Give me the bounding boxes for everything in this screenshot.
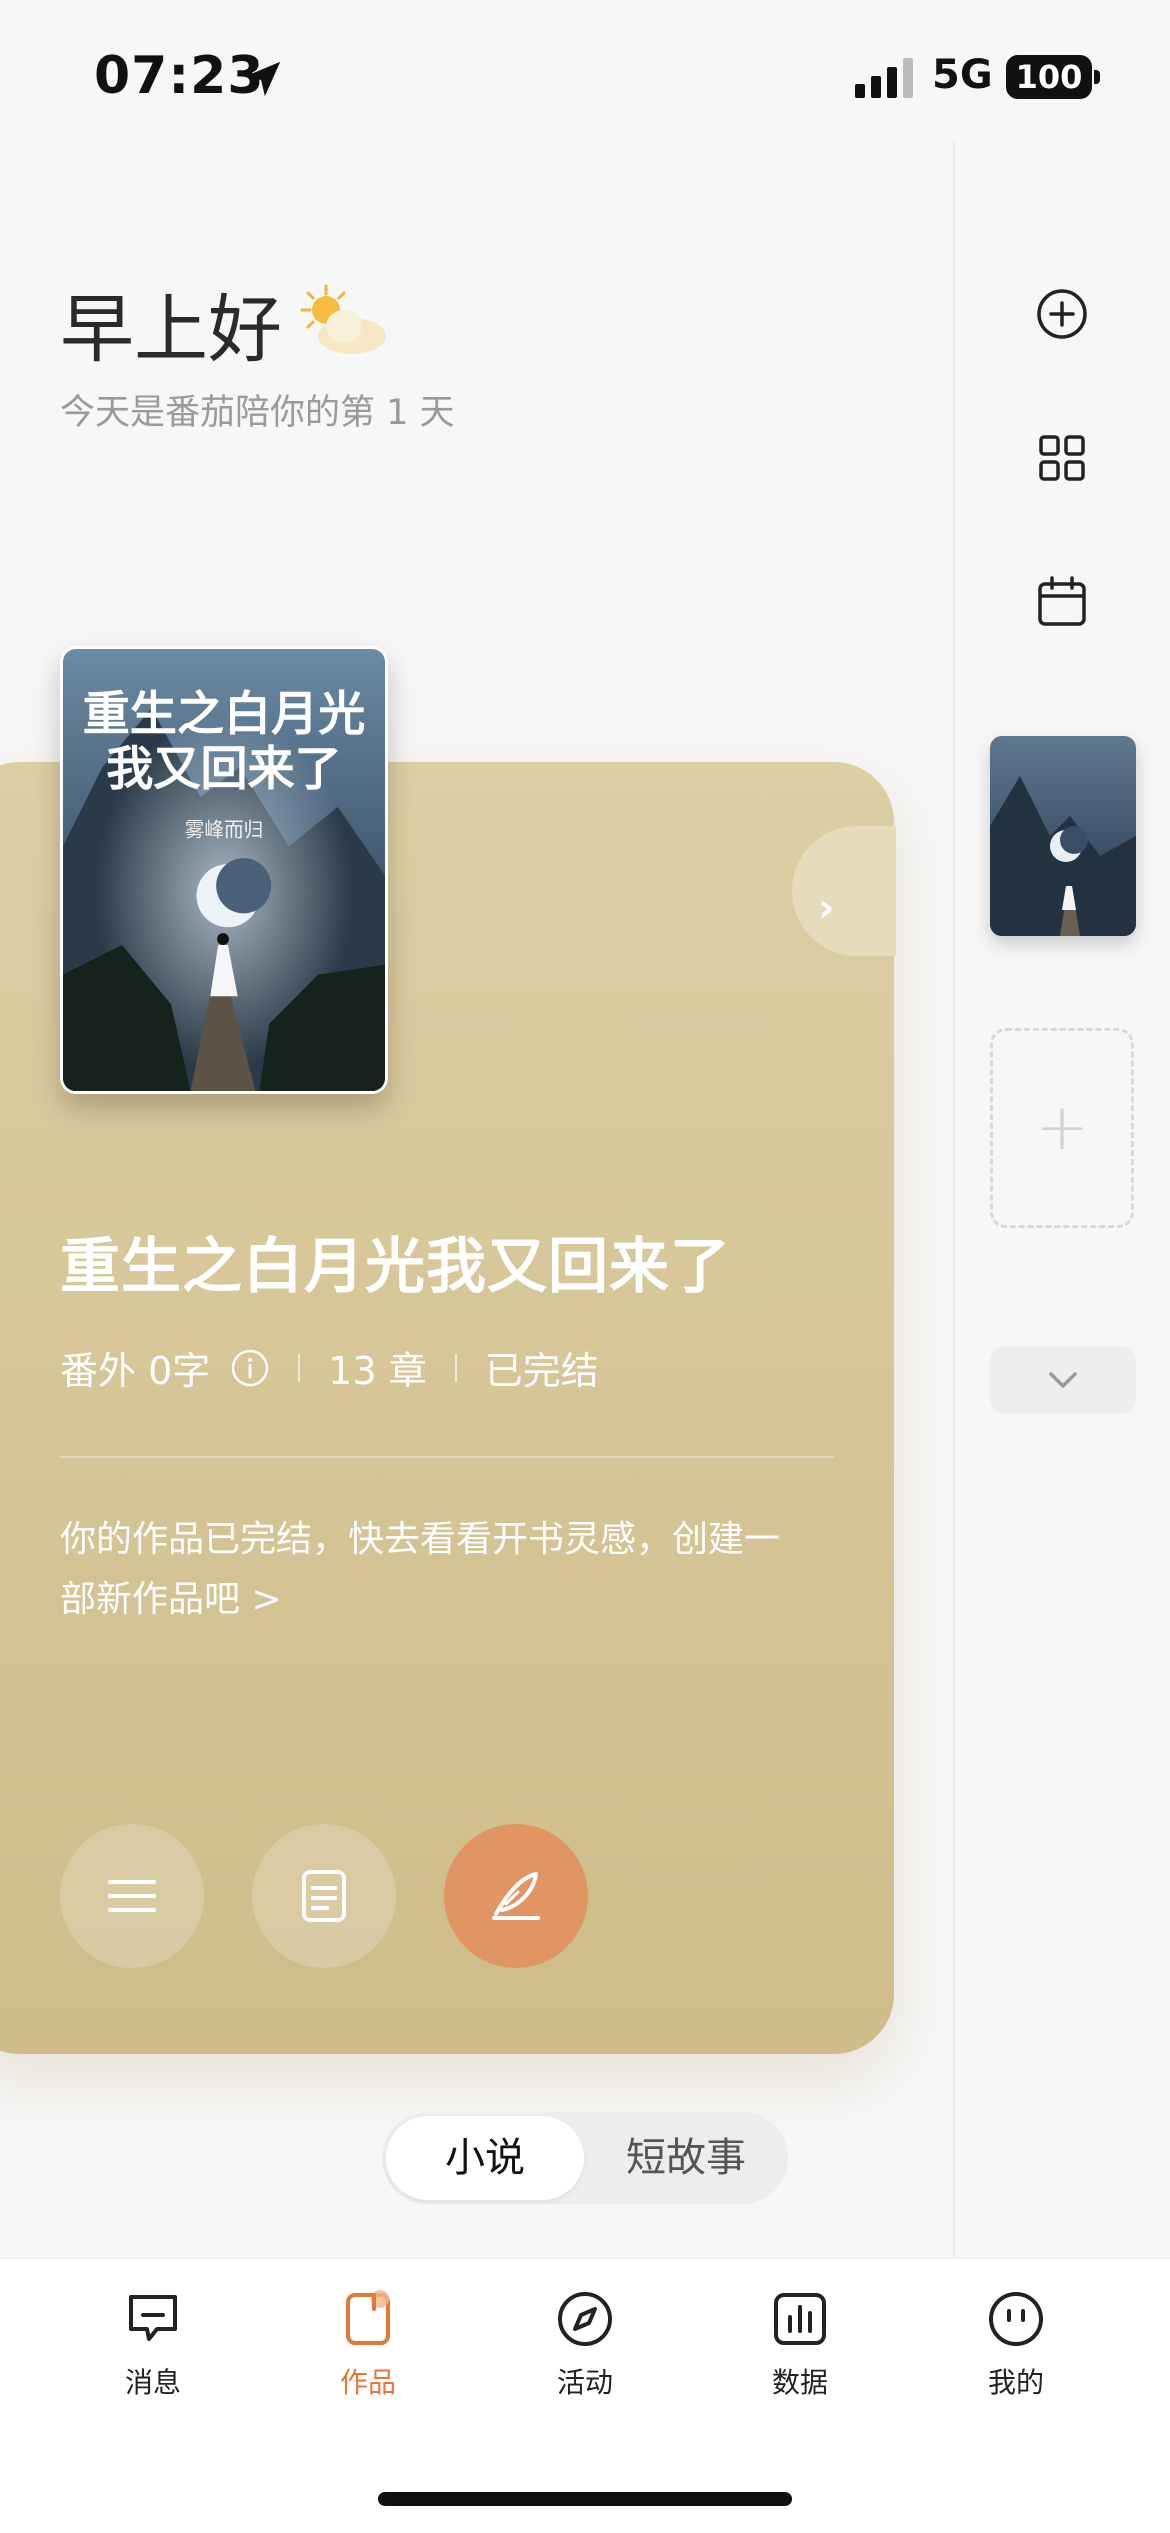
- extra-words-count: 番外 0字: [60, 1349, 211, 1393]
- add-circle-icon[interactable]: [1032, 284, 1092, 344]
- tab-works[interactable]: 作品: [308, 2287, 428, 2401]
- card-divider: [60, 1456, 834, 1458]
- calendar-icon[interactable]: [1032, 572, 1092, 632]
- greeting-subtitle: 今天是番茄陪你的第 1 天: [60, 393, 455, 433]
- tab-label: 数据: [771, 2366, 828, 2399]
- chevron-right-icon[interactable]: ›: [818, 888, 834, 928]
- battery-indicator: 100: [1006, 55, 1092, 99]
- sun-cloud-icon: [300, 284, 386, 354]
- location-arrow-icon: [245, 61, 281, 97]
- cover-author: 雾峰而归: [185, 818, 264, 841]
- segment-short-story[interactable]: 短故事: [588, 2116, 784, 2200]
- compass-icon: [558, 2292, 612, 2346]
- network-type: 5G: [932, 52, 993, 98]
- write-button[interactable]: [444, 1824, 588, 1968]
- cover-title-line2: 我又回来了: [106, 742, 342, 797]
- tab-activities[interactable]: 活动: [525, 2287, 645, 2401]
- document-icon: [302, 1870, 346, 1922]
- tab-label: 作品: [339, 2366, 396, 2399]
- status-time: 07:23: [94, 46, 265, 106]
- cover-title-line1: 重生之白月光: [83, 687, 366, 742]
- status-bar: 07:23 5G 100: [0, 0, 1170, 140]
- book-status: 已完结: [484, 1349, 599, 1393]
- chart-icon: [774, 2293, 826, 2345]
- works-icon: [346, 2290, 390, 2345]
- cellular-signal-icon: [855, 58, 913, 98]
- rail-add-book-button[interactable]: +: [990, 1028, 1134, 1228]
- book-cover-image: 重生之白月光 我又回来了 雾峰而归: [63, 649, 385, 1091]
- meta-separator: [454, 1353, 457, 1382]
- info-icon[interactable]: [230, 1348, 270, 1388]
- rail-book-thumbnail[interactable]: [990, 736, 1136, 936]
- plus-icon: +: [1035, 1091, 1089, 1165]
- home-indicator: [378, 2492, 792, 2506]
- rail-divider: [953, 140, 955, 2260]
- tab-label: 活动: [556, 2366, 613, 2399]
- profile-icon: [989, 2292, 1043, 2346]
- battery-tip: [1094, 70, 1100, 84]
- book-meta: 番外 0字 13 章 已完结: [60, 1340, 599, 1395]
- tab-profile[interactable]: 我的: [956, 2287, 1076, 2401]
- grid-icon[interactable]: [1032, 428, 1092, 488]
- meta-separator: [298, 1353, 301, 1382]
- chevron-down-icon: [1049, 1372, 1077, 1388]
- greeting-title: 早上好: [60, 287, 282, 373]
- book-cover[interactable]: 重生之白月光 我又回来了 雾峰而归: [60, 646, 388, 1094]
- tab-data[interactable]: 数据: [740, 2287, 860, 2401]
- content-type-segment: 小说 短故事: [382, 2112, 788, 2204]
- tab-messages[interactable]: 消息: [93, 2287, 213, 2401]
- menu-icon: [108, 1880, 156, 1912]
- book-title[interactable]: 重生之白月光我又回来了: [60, 1218, 731, 1305]
- quill-pen-icon: [492, 1872, 540, 1920]
- completion-tip-link[interactable]: 你的作品已完结，快去看看开书灵感，创建一部新作品吧 >: [60, 1510, 780, 1630]
- chapter-count: 13 章: [328, 1349, 427, 1393]
- message-icon: [129, 2295, 177, 2341]
- chapter-list-button[interactable]: [60, 1824, 204, 1968]
- rail-expand-button[interactable]: [990, 1346, 1136, 1414]
- tab-label: 我的: [987, 2366, 1044, 2399]
- book-cover-thumbnail-image: [990, 736, 1136, 936]
- outline-button[interactable]: [252, 1824, 396, 1968]
- tab-label: 消息: [124, 2366, 181, 2399]
- segment-novel[interactable]: 小说: [386, 2116, 584, 2200]
